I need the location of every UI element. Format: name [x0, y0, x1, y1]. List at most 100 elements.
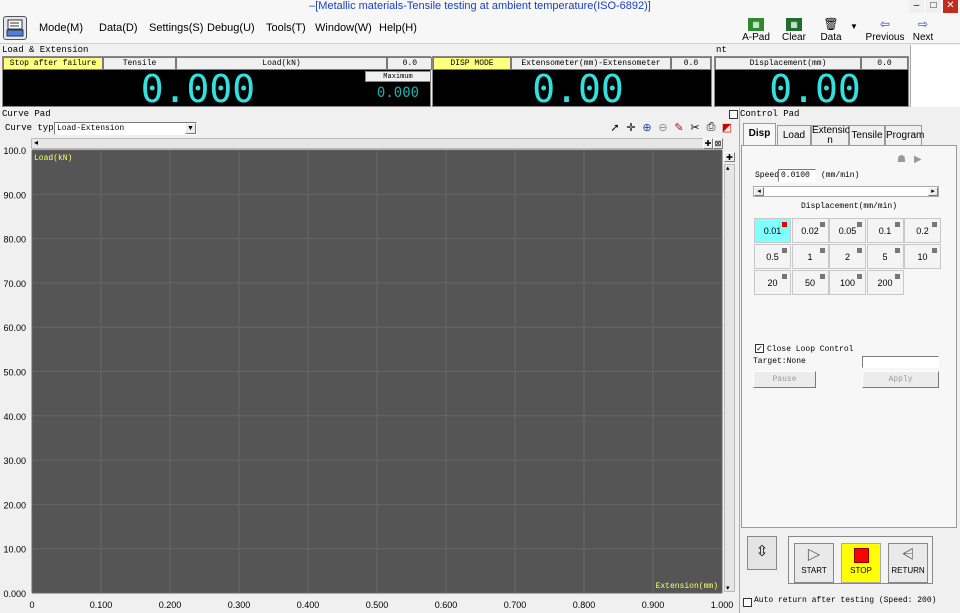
return-button[interactable]: ⩤ RETURN	[888, 543, 928, 583]
tab-load[interactable]: Load	[777, 125, 811, 145]
speed-button[interactable]: 1	[791, 244, 829, 269]
speed-button[interactable]: 20	[754, 270, 791, 295]
blank-panel	[910, 45, 960, 107]
x-tick-label: 0.900	[642, 600, 665, 610]
curve-pad-title: Curve Pad	[2, 109, 51, 119]
x-tick-label: 0.300	[228, 600, 251, 610]
crosshair-icon[interactable]: ✛	[624, 121, 638, 136]
apad-icon: ▦	[748, 18, 764, 31]
scroll-down-icon[interactable]: ▾	[726, 584, 730, 592]
next-button[interactable]: ⇨ Next	[903, 17, 943, 44]
control-pad-icon	[729, 110, 738, 119]
speed-button[interactable]: 0.1	[866, 218, 904, 243]
flag-icon	[894, 222, 900, 227]
speed-button[interactable]: 10	[904, 244, 941, 269]
vertical-scrollbar[interactable]: ▴ ▾	[724, 164, 735, 592]
y-tick-label: 60.00	[3, 323, 26, 333]
speed-button-label: 0.5	[766, 252, 779, 262]
tab-extension[interactable]: Extensio n	[811, 125, 850, 146]
speed-label: Speed	[755, 171, 780, 180]
flag-icon	[932, 222, 937, 227]
arrow-right-icon: ⇨	[917, 17, 929, 31]
menu-data[interactable]: Data(D)	[99, 22, 138, 34]
slider-left-icon[interactable]: ◂	[754, 187, 764, 196]
start-button[interactable]: ▷ START	[794, 543, 834, 583]
y-tick-label: 50.00	[3, 368, 26, 378]
menu-help[interactable]: Help(H)	[379, 22, 417, 34]
speed-button[interactable]: 5	[866, 244, 904, 269]
speed-input[interactable]	[778, 169, 816, 182]
target-input[interactable]	[862, 356, 939, 368]
vertical-expand-icon[interactable]: ✚	[724, 152, 735, 162]
speed-button[interactable]: 0.02	[791, 218, 829, 243]
speed-button-label: 0.02	[801, 226, 819, 236]
data-dropdown-icon[interactable]: ▼	[850, 22, 858, 31]
menu-settings[interactable]: Settings(S)	[149, 22, 203, 34]
apply-button[interactable]: Apply	[862, 371, 939, 388]
tab-tensile[interactable]: Tensile	[849, 125, 885, 145]
scroll-up-icon[interactable]: ▴	[726, 164, 730, 172]
speed-button[interactable]: 0.2	[904, 218, 941, 243]
tab-program[interactable]: Program	[885, 125, 924, 145]
speed-button[interactable]: 2	[829, 244, 866, 269]
speed-button[interactable]: 0.05	[829, 218, 866, 243]
displacement-display-panel: Displacement(mm) 0.0 0.00	[714, 56, 909, 111]
speed-button[interactable]: 0.01	[754, 218, 791, 243]
maximize-button[interactable]: □	[926, 0, 941, 13]
y-axis-label: Load(kN)	[34, 154, 72, 163]
zoom-out-icon[interactable]: ⊖	[656, 121, 670, 136]
minimize-button[interactable]: –	[909, 0, 924, 13]
chart-icon[interactable]: ◩	[720, 121, 734, 136]
curve-type-select[interactable]: Load-Extension ▼	[54, 122, 197, 135]
x-tick-label: 0.600	[435, 600, 458, 610]
apad-button[interactable]: ▦ A-Pad	[736, 18, 776, 43]
stop-square-icon	[853, 548, 869, 563]
menu-bar: Mode(M) Data(D) Settings(S) Debug(U) Too…	[0, 14, 960, 44]
print-icon[interactable]: ⎙	[704, 121, 718, 136]
trash-icon: 🗑	[823, 17, 839, 31]
close-button[interactable]: ✕	[943, 0, 958, 13]
speed-slider[interactable]: ◂ ▸	[753, 186, 939, 197]
speed-button[interactable]: 0.5	[754, 244, 791, 269]
menu-debug[interactable]: Debug(U)	[207, 22, 255, 34]
menu-tools[interactable]: Tools(T)	[266, 22, 306, 34]
clear-button[interactable]: ▦ Clear	[774, 18, 814, 43]
auto-return-checkbox[interactable]	[743, 598, 752, 607]
up-down-toggle-icon[interactable]: ⇳	[747, 536, 777, 570]
menu-window[interactable]: Window(W)	[315, 22, 372, 34]
displacement-value: 0.00	[769, 67, 861, 111]
stop-button[interactable]: STOP	[841, 543, 881, 583]
data-button[interactable]: 🗑 Data	[811, 17, 851, 44]
y-tick-label: 90.00	[3, 190, 26, 200]
extensometer-small-value: 0.0	[671, 57, 711, 70]
speed-button-label: 0.2	[916, 226, 929, 236]
chevron-down-icon[interactable]: ▼	[185, 123, 196, 134]
window-title: –[Metallic materials-Tensile testing at …	[0, 0, 960, 14]
pen-icon[interactable]: ✎	[672, 121, 686, 136]
stop-after-failure-label[interactable]: Stop after failure	[3, 57, 103, 70]
clear-label: Clear	[782, 32, 806, 43]
disp-mode-label[interactable]: DISP MODE	[433, 57, 511, 70]
speed-button-label: 10	[917, 252, 928, 262]
return-icon: ⩤	[901, 546, 914, 563]
maximum-value: 0.000	[376, 85, 420, 101]
close-loop-checkbox[interactable]: ✓	[755, 344, 764, 353]
speed-button[interactable]: 50	[791, 270, 829, 295]
tab-disp[interactable]: Disp	[743, 123, 776, 146]
cut-icon[interactable]: ✂	[688, 121, 702, 136]
speed-button-label: 0.1	[878, 226, 892, 236]
pointer-icon[interactable]: ➚	[608, 121, 622, 136]
speed-button[interactable]: 100	[829, 270, 866, 295]
flag-icon	[932, 248, 937, 253]
extensometer-value: 0.00	[532, 67, 624, 111]
menu-mode[interactable]: Mode(M)	[39, 22, 83, 34]
extensometer-display-panel: DISP MODE Extensometer(mm)-Extensometer …	[432, 56, 712, 111]
speed-button[interactable]: 200	[866, 270, 904, 295]
zoom-in-icon[interactable]: ⊕	[640, 121, 654, 136]
pause-button[interactable]: Pause	[753, 371, 816, 388]
x-tick-label: 0.500	[366, 600, 389, 610]
previous-button[interactable]: ⇦ Previous	[865, 18, 905, 44]
speed-button-label: 0.05	[838, 226, 857, 236]
apad-label: A-Pad	[742, 32, 770, 43]
slider-right-icon[interactable]: ▸	[928, 187, 938, 196]
